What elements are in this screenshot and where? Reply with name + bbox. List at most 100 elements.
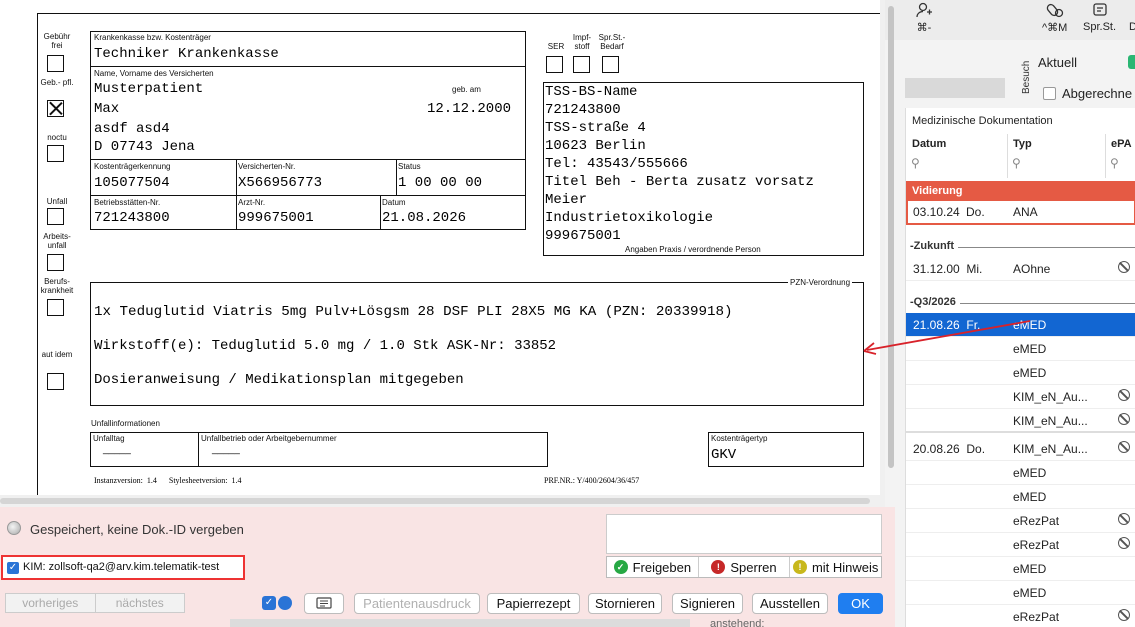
birthdate-value: 12.12.2000 xyxy=(427,101,512,117)
document-row[interactable]: eRezPat xyxy=(906,533,1135,557)
vertical-scrollbar[interactable] xyxy=(886,0,894,470)
document-row[interactable]: eMED xyxy=(906,485,1135,509)
document-row[interactable]: eMED xyxy=(906,461,1135,485)
patientenausdruck-button[interactable]: Patientenausdruck xyxy=(354,593,480,614)
kim-address-label: KIM: zollsoft-qa2@arv.kim.telematik-test xyxy=(23,561,220,573)
lanr-value: 999675001 xyxy=(238,210,314,226)
row-type: ANA xyxy=(1013,205,1038,219)
ausstellen-button[interactable]: Ausstellen xyxy=(752,593,828,614)
horizontal-scrollbar[interactable] xyxy=(0,498,870,504)
settings-icon[interactable] xyxy=(278,596,292,610)
document-row[interactable]: eRezPat xyxy=(906,605,1135,627)
blocked-icon xyxy=(1118,441,1130,453)
pzn-label: PZN-Verordnung xyxy=(788,278,853,287)
aut-idem-checkbox[interactable] xyxy=(47,373,64,390)
aktuell-tab[interactable]: Aktuell xyxy=(1038,55,1077,70)
checkbox-box[interactable] xyxy=(1043,87,1056,100)
top-toolbar: ⌘- ^⌘M Spr.St. Do xyxy=(885,0,1135,40)
arbeitsunfall-checkbox[interactable] xyxy=(47,254,64,271)
toolbar-label: Spr.St. xyxy=(1083,21,1117,33)
column-typ[interactable]: Typ xyxy=(1013,138,1032,150)
freigeben-button[interactable]: ✓ Freigeben xyxy=(607,557,699,577)
form-divider xyxy=(380,195,381,230)
document-row[interactable]: eMED xyxy=(906,361,1135,385)
check-icon: ✓ xyxy=(613,560,628,574)
form-divider xyxy=(396,159,397,195)
datum-search-icon[interactable]: ⚲ xyxy=(911,156,920,170)
background-status-text: anstehend: xyxy=(710,618,765,627)
app-window: ⌘- ^⌘M Spr.St. Do Besuch Aktuell Abgerec… xyxy=(0,0,1135,627)
document-row[interactable]: eRezPat xyxy=(906,509,1135,533)
status-indicator xyxy=(1128,55,1135,69)
praxis-lines: TSS-BS-Name 721243800 TSS-straße 4 10623 Be… xyxy=(545,83,814,245)
epa-search-icon[interactable]: ⚲ xyxy=(1110,156,1119,170)
prf-nr-text: PRF.NR.: Y/400/2604/36/457 xyxy=(544,476,640,485)
document-row[interactable]: KIM_eN_Au... xyxy=(906,385,1135,409)
document-row[interactable]: KIM_eN_Au... xyxy=(906,409,1135,433)
section-header-bar xyxy=(905,78,1005,98)
previous-button[interactable]: vorheriges xyxy=(6,594,96,612)
row-type: KIM_eN_Au... xyxy=(1013,390,1088,404)
document-row[interactable]: eMED xyxy=(906,557,1135,581)
print-option-checkbox[interactable]: ✓ xyxy=(262,596,276,610)
ok-button[interactable]: OK xyxy=(838,593,883,614)
sprechstundenbedarf-button[interactable]: Spr.St. xyxy=(1083,2,1116,33)
besuch-label: Besuch xyxy=(1021,60,1032,94)
unfalltag-value: _____ xyxy=(103,444,131,455)
geb-pfl-checkbox-checked[interactable] xyxy=(47,100,64,117)
impfstoff-checkbox[interactable] xyxy=(573,56,590,73)
unfall-checkbox[interactable] xyxy=(47,208,64,225)
vidierung-row[interactable]: 03.10.24 Do. ANA xyxy=(906,201,1135,225)
info-icon: ! xyxy=(792,560,807,574)
kostentraegertyp-label: Kostenträgertyp xyxy=(711,434,768,443)
annotation-arrow xyxy=(863,320,1031,355)
typ-search-icon[interactable]: ⚲ xyxy=(1012,156,1021,170)
noctu-checkbox[interactable] xyxy=(47,145,64,162)
signieren-button[interactable]: Signieren xyxy=(672,593,743,614)
mit-hinweis-button[interactable]: ! mit Hinweis xyxy=(790,557,881,577)
form-divider xyxy=(90,195,526,196)
unfalltag-label: Unfalltag xyxy=(93,434,125,443)
pills-toolbar-button[interactable]: ^⌘M xyxy=(1042,2,1067,34)
versichertennr-label: Versicherten-Nr. xyxy=(238,162,296,171)
sperren-button[interactable]: ! Sperren xyxy=(699,557,791,577)
document-row[interactable]: 20.08.26 Do. KIM_eN_Au... xyxy=(906,437,1135,461)
document-row[interactable]: 31.12.00 Mi. AOhne xyxy=(906,257,1135,281)
papierrezept-button[interactable]: Papierrezept xyxy=(487,593,580,614)
aut-idem-label: aut idem xyxy=(41,350,73,359)
pills-icon xyxy=(1046,3,1063,18)
notes-textarea[interactable] xyxy=(606,514,882,554)
praxis-line: 999675001 xyxy=(545,228,621,244)
scroll-thumb[interactable] xyxy=(888,6,894,468)
prescription-icon xyxy=(1092,3,1107,16)
column-datum[interactable]: Datum xyxy=(912,138,946,150)
kim-checkbox-checked[interactable]: ✓ xyxy=(7,562,19,574)
do-toolbar-button[interactable]: Do xyxy=(1126,2,1135,33)
gebuehr-frei-checkbox[interactable] xyxy=(47,55,64,72)
document-icon xyxy=(316,597,332,609)
praxis-line: Tel: 43543/555666 xyxy=(545,156,688,172)
column-epa[interactable]: ePA xyxy=(1111,138,1132,150)
unfallinfo-label: Unfallinformationen xyxy=(91,419,160,428)
document-view-button[interactable] xyxy=(304,593,344,614)
praxis-line: Titel Beh - Berta zusatz vorsatz xyxy=(545,174,814,190)
gebuehr-frei-label: Gebühr frei xyxy=(43,32,71,50)
bsnr-label: Betriebsstätten-Nr. xyxy=(94,198,161,207)
meddoc-title: Medizinische Dokumentation xyxy=(912,115,1053,127)
rx-line-1: 1x Teduglutid Viatris 5mg Pulv+Lösgsm 28… xyxy=(94,304,733,320)
person-toolbar-button[interactable]: ⌘- xyxy=(915,2,933,34)
blocked-icon xyxy=(1118,261,1130,273)
next-button[interactable]: nächstes xyxy=(96,594,185,612)
document-row[interactable]: eMED xyxy=(906,581,1135,605)
stornieren-button[interactable]: Stornieren xyxy=(588,593,662,614)
kim-checkbox-row[interactable]: ✓ KIM: zollsoft-qa2@arv.kim.telematik-te… xyxy=(1,555,245,580)
rx-line-3: Dosieranweisung / Medikationsplan mitgeg… xyxy=(94,372,464,388)
abgerechnet-checkbox[interactable]: Abgerechne xyxy=(1043,86,1132,101)
row-type: eRezPat xyxy=(1013,514,1060,528)
rx-line-2: Wirkstoff(e): Teduglutid 5.0 mg / 1.0 St… xyxy=(94,338,557,354)
berufskrankheit-checkbox[interactable] xyxy=(47,299,64,316)
ser-checkbox[interactable] xyxy=(546,56,563,73)
sprst-bedarf-checkbox[interactable] xyxy=(602,56,619,73)
form-top-border xyxy=(37,13,880,14)
blocked-icon xyxy=(1118,609,1130,621)
